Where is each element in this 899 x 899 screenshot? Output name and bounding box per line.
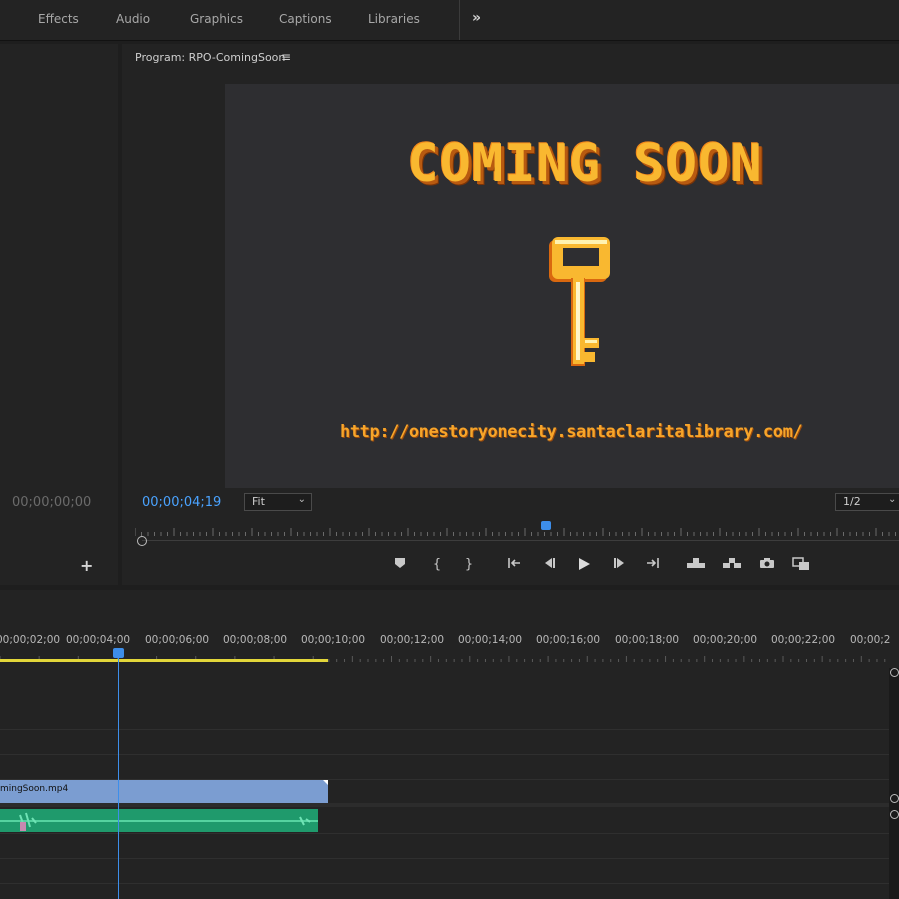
video-url-text: http://onestoryonecity.santaclaritalibra… bbox=[340, 422, 803, 442]
step-back-button[interactable] bbox=[540, 557, 558, 573]
track-divider bbox=[0, 754, 889, 755]
ruler-label: 00;00;12;00 bbox=[380, 634, 445, 646]
add-button-icon[interactable]: + bbox=[80, 556, 93, 575]
scroll-handle-icon[interactable] bbox=[890, 668, 899, 677]
video-audio-divider[interactable] bbox=[0, 803, 889, 807]
resolution-select[interactable]: 1/2 ⌄ bbox=[835, 493, 899, 511]
audio-waveform bbox=[0, 812, 318, 831]
play-button[interactable] bbox=[575, 557, 593, 575]
timeline-playhead-handle[interactable] bbox=[113, 648, 124, 658]
video-clip-label: mingSoon.mp4 bbox=[0, 784, 69, 794]
work-area-bar[interactable] bbox=[0, 659, 328, 662]
program-scrub-track[interactable] bbox=[142, 540, 899, 541]
ruler-label: 00;00;16;00 bbox=[536, 634, 601, 646]
zoom-handle-icon[interactable] bbox=[137, 536, 147, 546]
mark-in-button[interactable]: { bbox=[428, 557, 446, 572]
camera-icon[interactable] bbox=[758, 557, 776, 573]
zoom-value: Fit bbox=[252, 495, 265, 508]
go-to-out-button[interactable] bbox=[644, 557, 662, 573]
more-workspaces-icon[interactable]: » bbox=[472, 10, 481, 26]
resolution-value: 1/2 bbox=[843, 495, 861, 508]
chevron-down-icon: ⌄ bbox=[297, 494, 306, 505]
ruler-label: 00;00;18;00 bbox=[615, 634, 680, 646]
clip-end-marker bbox=[323, 780, 328, 785]
timeline-playhead[interactable] bbox=[118, 658, 119, 899]
tab-graphics[interactable]: Graphics bbox=[190, 12, 243, 26]
zoom-select[interactable]: Fit ⌄ bbox=[244, 493, 312, 511]
ruler-label: 00;00;20;00 bbox=[693, 634, 758, 646]
pixel-key-icon bbox=[549, 237, 610, 366]
program-mini-ruler[interactable] bbox=[135, 520, 899, 536]
tab-effects[interactable]: Effects bbox=[38, 12, 79, 26]
ruler-label: 00;00;02;00 bbox=[0, 634, 61, 646]
tab-captions[interactable]: Captions bbox=[279, 12, 332, 26]
add-marker-button[interactable] bbox=[391, 557, 409, 573]
scroll-handle-icon[interactable] bbox=[890, 794, 899, 803]
scroll-handle-icon[interactable] bbox=[890, 810, 899, 819]
ruler-label: 00;00;06;00 bbox=[145, 634, 210, 646]
go-to-in-button[interactable] bbox=[505, 557, 523, 573]
workspace-bar: Effects Audio Graphics Captions Librarie… bbox=[0, 0, 899, 41]
audio-clip[interactable] bbox=[0, 809, 318, 832]
video-headline: COMING SOON bbox=[407, 134, 763, 194]
workspace-divider bbox=[459, 0, 460, 40]
tab-libraries[interactable]: Libraries bbox=[368, 12, 420, 26]
chevron-down-icon: ⌄ bbox=[888, 494, 897, 505]
step-forward-button[interactable] bbox=[611, 557, 629, 573]
ruler-label: 00;00;10;00 bbox=[301, 634, 366, 646]
ruler-label: 00;00;14;00 bbox=[458, 634, 523, 646]
tab-audio[interactable]: Audio bbox=[116, 12, 150, 26]
lift-button[interactable] bbox=[686, 557, 705, 573]
program-video-frame[interactable]: COMING SOON http://onestoryonecity.santa… bbox=[225, 84, 899, 488]
extract-button[interactable] bbox=[722, 557, 741, 573]
track-divider bbox=[0, 729, 889, 730]
program-timecode[interactable]: 00;00;04;19 bbox=[142, 495, 221, 510]
track-divider bbox=[0, 858, 889, 859]
mark-out-button[interactable]: } bbox=[460, 557, 478, 572]
program-monitor-title[interactable]: Program: RPO-ComingSoon bbox=[135, 51, 285, 64]
source-timecode[interactable]: 00;00;00;00 bbox=[12, 495, 91, 510]
program-playhead[interactable] bbox=[541, 521, 551, 530]
comparison-view-button[interactable] bbox=[792, 557, 810, 575]
ruler-label: 00;00;2 bbox=[850, 634, 891, 646]
track-divider bbox=[0, 883, 889, 884]
ruler-label: 00;00;08;00 bbox=[223, 634, 288, 646]
video-clip[interactable]: mingSoon.mp4 bbox=[0, 780, 328, 803]
ruler-label: 00;00;22;00 bbox=[771, 634, 836, 646]
panel-menu-icon[interactable]: ≡ bbox=[281, 50, 291, 64]
timeline-vertical-scrollbar[interactable] bbox=[889, 668, 899, 899]
track-divider bbox=[0, 833, 889, 834]
ruler-label: 00;00;04;00 bbox=[66, 634, 131, 646]
